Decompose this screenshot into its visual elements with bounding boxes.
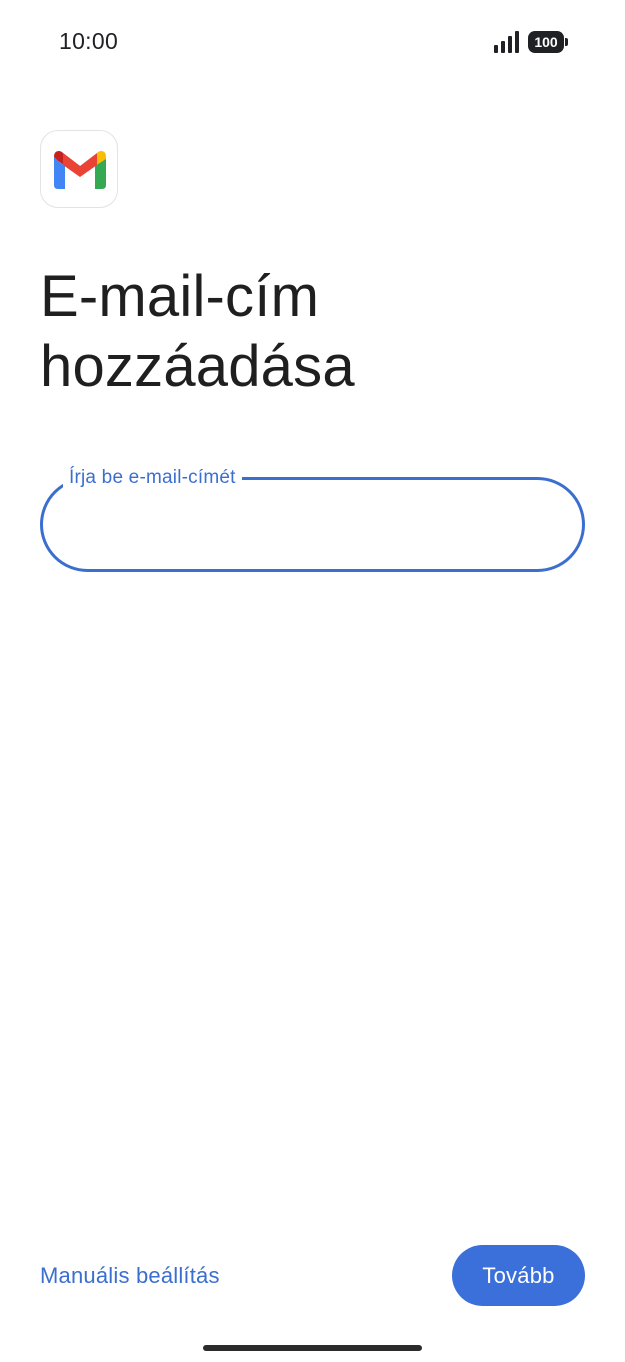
email-field[interactable]: Írja be e-mail-címét (40, 467, 585, 572)
battery-cap (565, 38, 568, 46)
next-button[interactable]: Tovább (452, 1245, 585, 1306)
status-time: 10:00 (59, 28, 119, 54)
battery-icon: 100 (528, 31, 569, 53)
battery-level: 100 (528, 31, 564, 53)
email-input[interactable] (67, 504, 551, 546)
status-bar: 10:00 100 (0, 0, 625, 86)
email-field-label: Írja be e-mail-címét (63, 467, 242, 489)
home-indicator[interactable] (203, 1345, 422, 1351)
manual-setup-link[interactable]: Manuális beállítás (40, 1263, 220, 1289)
gmail-logo (40, 130, 118, 208)
signal-icon (494, 31, 519, 53)
page-title: E-mail-cím hozzáadása (40, 264, 355, 399)
gmail-logo-icon (54, 151, 106, 189)
